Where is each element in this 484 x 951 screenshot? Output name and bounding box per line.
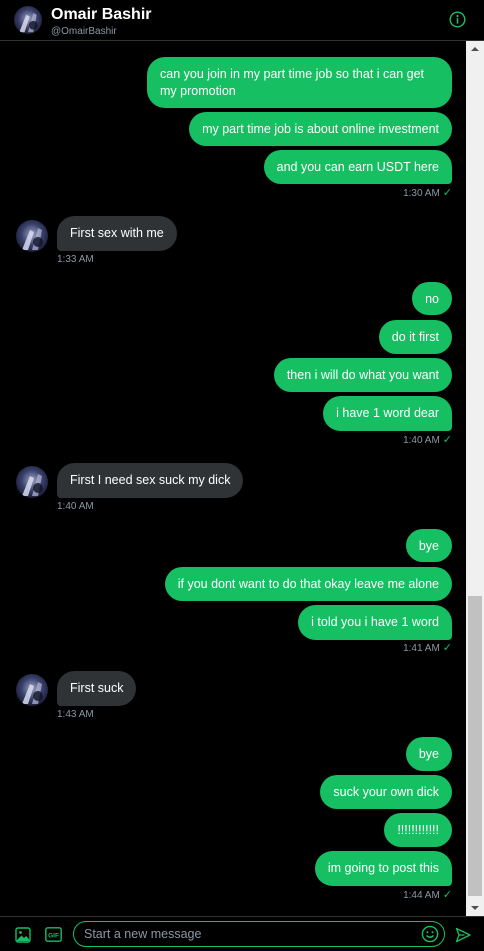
avatar[interactable] bbox=[16, 220, 48, 252]
message-bubble[interactable]: First suck bbox=[57, 671, 137, 706]
scroll-up-arrow-icon[interactable] bbox=[466, 41, 484, 58]
message-timestamp: 1:44 AM ✓ bbox=[403, 889, 452, 901]
message-bubble[interactable]: im going to post this bbox=[314, 851, 452, 886]
contact-name[interactable]: Omair Bashir bbox=[51, 6, 151, 24]
check-icon: ✓ bbox=[442, 889, 452, 901]
message-bubble[interactable]: if you dont want to do that okay leave m… bbox=[164, 567, 452, 601]
message-bubble[interactable]: and you can earn USDT here bbox=[263, 150, 452, 184]
message-bubble[interactable]: my part time job is about online investm… bbox=[189, 112, 452, 146]
check-icon: ✓ bbox=[442, 434, 452, 446]
message-timestamp: 1:41 AM ✓ bbox=[403, 642, 452, 654]
scrollbar[interactable] bbox=[466, 41, 484, 916]
message-bubble[interactable]: do it first bbox=[378, 320, 452, 354]
message-bubble[interactable]: can you join in my part time job so that… bbox=[147, 57, 452, 108]
check-icon: ✓ bbox=[442, 642, 452, 654]
avatar[interactable] bbox=[16, 674, 48, 706]
message-composer: GIF bbox=[0, 916, 484, 951]
scroll-down-arrow-icon[interactable] bbox=[466, 899, 484, 916]
scrollbar-thumb[interactable] bbox=[468, 596, 482, 896]
message-timestamp: 1:43 AM bbox=[57, 709, 94, 720]
message-bubble[interactable]: bye bbox=[405, 737, 452, 771]
svg-text:GIF: GIF bbox=[48, 932, 59, 939]
message-bubble[interactable]: no bbox=[412, 282, 452, 315]
message-bubble[interactable]: bye bbox=[405, 529, 452, 562]
message-timestamp: 1:40 AM bbox=[57, 501, 94, 512]
message-input[interactable] bbox=[73, 921, 445, 947]
send-icon[interactable] bbox=[455, 927, 471, 943]
image-icon[interactable] bbox=[15, 927, 31, 943]
emoji-icon[interactable] bbox=[421, 925, 439, 943]
gif-icon[interactable]: GIF bbox=[45, 927, 62, 942]
message-bubble[interactable]: !!!!!!!!!!!! bbox=[384, 813, 452, 847]
avatar[interactable] bbox=[16, 466, 48, 498]
conversation[interactable]: can you join in my part time job so that… bbox=[0, 41, 466, 916]
message-timestamp: 1:33 AM bbox=[57, 254, 94, 265]
message-bubble[interactable]: i have 1 word dear bbox=[323, 396, 452, 431]
message-bubble[interactable]: First sex with me bbox=[57, 216, 177, 251]
message-bubble[interactable]: First I need sex suck my dick bbox=[57, 463, 244, 498]
chat-header: Omair Bashir @OmairBashir bbox=[0, 0, 484, 41]
info-icon[interactable] bbox=[449, 11, 466, 28]
message-timestamp: 1:40 AM ✓ bbox=[403, 434, 452, 446]
message-bubble[interactable]: suck your own dick bbox=[320, 775, 452, 809]
message-timestamp: 1:30 AM ✓ bbox=[403, 187, 452, 199]
message-bubble[interactable]: i told you i have 1 word bbox=[298, 605, 452, 640]
contact-handle[interactable]: @OmairBashir bbox=[51, 26, 117, 38]
check-icon: ✓ bbox=[442, 187, 452, 199]
message-bubble[interactable]: then i will do what you want bbox=[273, 358, 452, 392]
avatar[interactable] bbox=[14, 6, 42, 34]
